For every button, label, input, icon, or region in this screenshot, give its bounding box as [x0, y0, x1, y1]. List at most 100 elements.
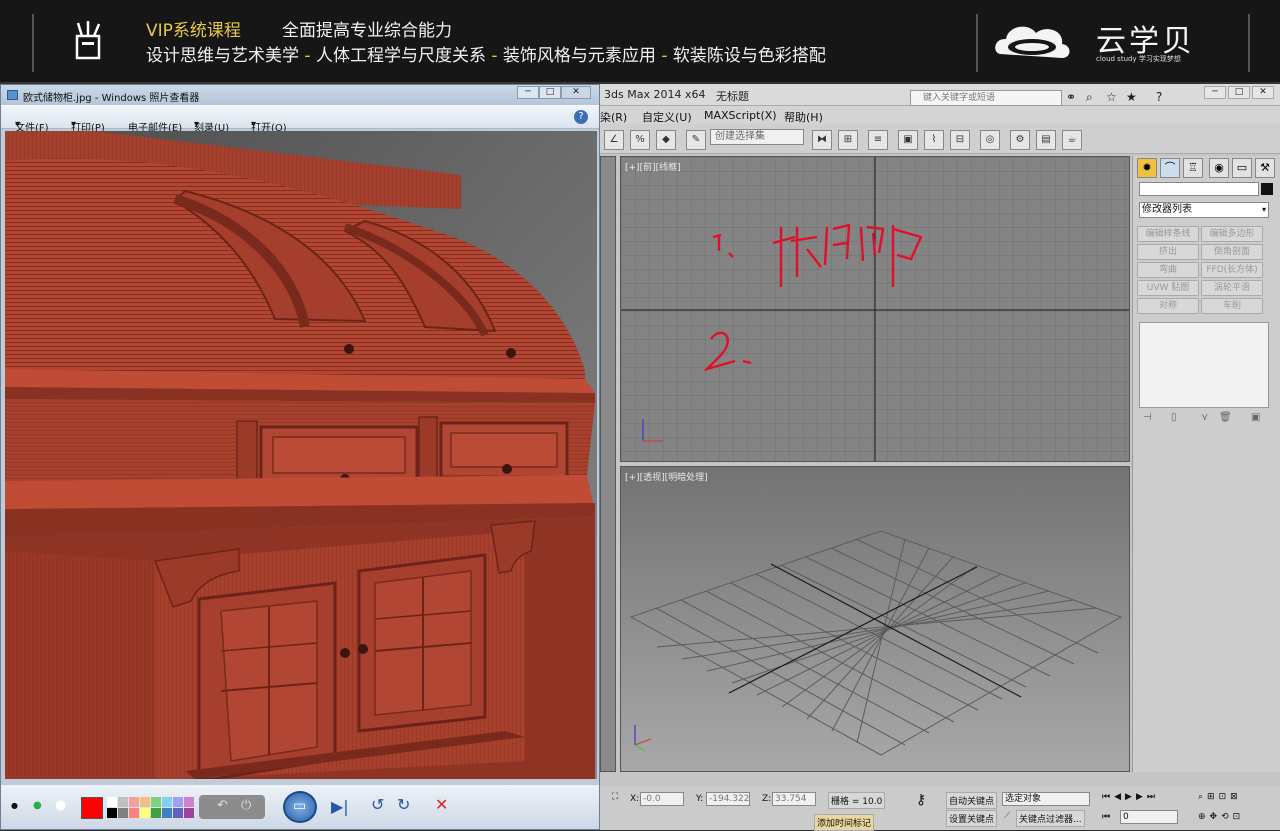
palette-swatch[interactable] — [151, 808, 161, 818]
palette-swatch[interactable] — [173, 808, 183, 818]
lock-icon[interactable]: ⛶ — [612, 792, 618, 802]
key-mode-icon[interactable]: ⏮ — [1102, 812, 1110, 822]
edit-named-selection-icon[interactable]: ✎ — [686, 130, 706, 150]
viewport-nav-controls[interactable]: ⌕⊞⊡⊠ — [1198, 792, 1242, 802]
palette-swatch[interactable] — [140, 797, 150, 807]
favorites-icon[interactable]: ☆ — [1106, 90, 1117, 104]
current-color-swatch[interactable] — [81, 797, 103, 819]
palette-swatch[interactable] — [184, 797, 194, 807]
max-search-input[interactable]: 键入关键字或短语 — [910, 90, 1062, 106]
mirror-icon[interactable]: ⧓ — [812, 130, 832, 150]
menu-maxscript[interactable]: MAXScript(X) — [704, 109, 777, 122]
max-close-button[interactable]: ✕ — [1252, 86, 1274, 99]
current-frame-input[interactable]: 0 — [1120, 810, 1178, 824]
menu-render[interactable]: 染(R) — [600, 109, 627, 125]
max-minimize-button[interactable]: ─ — [1204, 86, 1226, 99]
palette-swatch[interactable] — [129, 808, 139, 818]
snap-percent-icon[interactable]: % — [630, 130, 650, 150]
front-viewport[interactable]: [+][前][线框] — [620, 156, 1130, 462]
remove-modifier-icon[interactable]: 🗑 — [1219, 412, 1232, 423]
close-button[interactable]: ✕ — [561, 86, 591, 99]
set-key-button[interactable]: 设置关键点 — [946, 810, 998, 827]
dot-icon[interactable]: ● — [33, 800, 42, 811]
key-icon[interactable]: ⚷ — [916, 792, 926, 808]
modifier-button[interactable]: FFD(长方体) — [1201, 262, 1263, 278]
material-editor-icon[interactable]: ◎ — [980, 130, 1000, 150]
palette-swatch[interactable] — [173, 797, 183, 807]
delete-icon[interactable]: ✕ — [435, 795, 448, 814]
hierarchy-tab-icon[interactable]: ♖ — [1183, 158, 1203, 178]
help-icon[interactable]: ? — [574, 110, 588, 124]
add-time-tag-button[interactable]: 添加时间标记 — [814, 814, 875, 831]
modify-tab-icon[interactable]: ⌒ — [1160, 158, 1180, 178]
modifier-button[interactable]: 对称 — [1137, 298, 1199, 314]
modifier-button[interactable]: 涡轮平滑 — [1201, 280, 1263, 296]
menu-help[interactable]: 帮助(H) — [784, 109, 823, 125]
undo-icon[interactable]: ↶ — [217, 798, 228, 813]
modifier-button[interactable]: 倒角剖面 — [1201, 244, 1263, 260]
search-icon[interactable]: ⌕ — [1086, 90, 1093, 105]
modifier-button[interactable]: 编辑样条线 — [1137, 226, 1199, 242]
curve-editor-icon[interactable]: ⌇ — [924, 130, 944, 150]
modifier-stack[interactable] — [1139, 322, 1269, 408]
palette-swatch[interactable] — [162, 808, 172, 818]
rotate-left-icon[interactable]: ↺ — [371, 795, 384, 814]
modifier-list-dropdown[interactable]: 修改器列表 ▾ — [1139, 202, 1269, 218]
motion-tab-icon[interactable]: ◉ — [1209, 158, 1229, 178]
help-icon[interactable]: ? — [1156, 90, 1162, 104]
utilities-tab-icon[interactable]: ⚒ — [1255, 158, 1275, 178]
palette-swatch[interactable] — [184, 808, 194, 818]
render-teapot-icon[interactable]: ☕ — [1062, 130, 1082, 150]
create-tab-icon[interactable]: ✹ — [1137, 158, 1157, 178]
graphite-tools-icon[interactable]: ▣ — [898, 130, 918, 150]
palette-swatch[interactable] — [107, 797, 117, 807]
next-icon[interactable]: ▶| — [331, 797, 349, 816]
perspective-viewport[interactable]: [+][透视][明暗处理] — [620, 466, 1130, 772]
dot-icon[interactable]: ● — [11, 801, 18, 810]
palette-swatch[interactable] — [140, 808, 150, 818]
layer-manager-icon[interactable]: ≡ — [868, 130, 888, 150]
viewport-label[interactable]: [+][前][线框] — [625, 160, 681, 173]
z-coordinate-input[interactable]: 33.754 — [772, 792, 816, 806]
maximize-button[interactable]: □ — [539, 86, 561, 99]
snap-angle-icon[interactable]: ∠ — [604, 130, 624, 150]
max-maximize-button[interactable]: □ — [1228, 86, 1250, 99]
spinner-snap-icon[interactable]: ◆ — [656, 130, 676, 150]
render-setup-icon[interactable]: ⚙ — [1010, 130, 1030, 150]
palette-swatch[interactable] — [107, 808, 117, 818]
palette-swatch[interactable] — [118, 808, 128, 818]
modifier-button[interactable]: 弯曲 — [1137, 262, 1199, 278]
minimize-button[interactable]: ─ — [517, 86, 539, 99]
playback-controls[interactable]: ⏮◀▶▶⏭ — [1102, 792, 1159, 802]
object-name-field[interactable] — [1139, 182, 1259, 196]
auto-key-button[interactable]: 自动关键点 — [946, 792, 998, 809]
rendered-frame-icon[interactable]: ▤ — [1036, 130, 1056, 150]
x-coordinate-input[interactable]: -0.0 — [640, 792, 684, 806]
slideshow-button[interactable]: ▭ — [283, 791, 317, 823]
star-icon[interactable]: ★ — [1126, 90, 1137, 104]
dot-icon[interactable]: ● — [55, 798, 66, 813]
make-unique-icon[interactable]: ⋎ — [1201, 412, 1208, 423]
y-coordinate-input[interactable]: -194.322 — [706, 792, 750, 806]
configure-sets-icon[interactable]: ▣ — [1251, 412, 1260, 423]
menu-customize[interactable]: 自定义(U) — [642, 109, 692, 125]
palette-swatch[interactable] — [118, 797, 128, 807]
binoculars-icon[interactable]: ⚭ — [1066, 90, 1076, 104]
modifier-button[interactable]: 挤出 — [1137, 244, 1199, 260]
pin-stack-icon[interactable]: ⊣ — [1143, 412, 1152, 423]
object-color-swatch[interactable] — [1261, 183, 1273, 195]
palette-swatch[interactable] — [162, 797, 172, 807]
display-tab-icon[interactable]: ▭ — [1232, 158, 1252, 178]
power-icon[interactable]: ⏻ — [241, 798, 251, 813]
palette-swatch[interactable] — [129, 797, 139, 807]
modifier-button[interactable]: 编辑多边形 — [1201, 226, 1263, 242]
schematic-view-icon[interactable]: ⊟ — [950, 130, 970, 150]
modifier-button[interactable]: 车削 — [1201, 298, 1263, 314]
named-selection-set-dropdown[interactable]: 创建选择集 — [710, 129, 804, 145]
align-icon[interactable]: ⊞ — [838, 130, 858, 150]
palette-swatch[interactable] — [151, 797, 161, 807]
selected-dropdown[interactable]: 选定对象 — [1002, 792, 1090, 806]
viewport-label[interactable]: [+][透视][明暗处理] — [625, 470, 708, 483]
show-end-result-icon[interactable]: ▯ — [1171, 412, 1177, 423]
modifier-button[interactable]: UVW 贴图 — [1137, 280, 1199, 296]
